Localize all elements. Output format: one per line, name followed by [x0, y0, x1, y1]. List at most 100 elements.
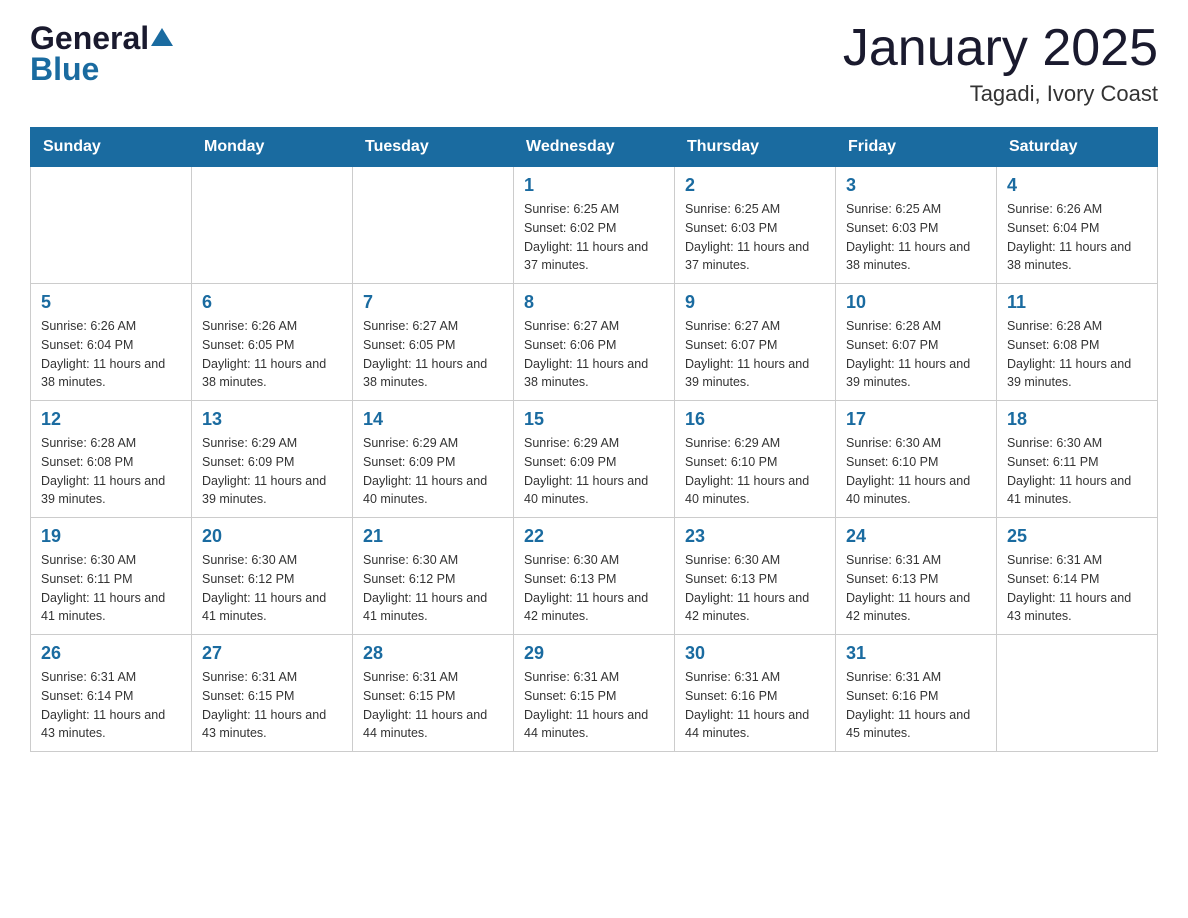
- day-number: 14: [363, 409, 503, 430]
- day-number: 26: [41, 643, 181, 664]
- day-info: Sunrise: 6:31 AM Sunset: 6:14 PM Dayligh…: [41, 668, 181, 743]
- day-info: Sunrise: 6:26 AM Sunset: 6:04 PM Dayligh…: [1007, 200, 1147, 275]
- day-info: Sunrise: 6:28 AM Sunset: 6:07 PM Dayligh…: [846, 317, 986, 392]
- calendar-week-row: 5 Sunrise: 6:26 AM Sunset: 6:04 PM Daylig…: [31, 284, 1158, 401]
- calendar-week-row: 1 Sunrise: 6:25 AM Sunset: 6:02 PM Daylig…: [31, 167, 1158, 284]
- table-row: 8 Sunrise: 6:27 AM Sunset: 6:06 PM Daylig…: [514, 284, 675, 401]
- day-number: 27: [202, 643, 342, 664]
- day-info: Sunrise: 6:27 AM Sunset: 6:07 PM Dayligh…: [685, 317, 825, 392]
- day-number: 19: [41, 526, 181, 547]
- day-number: 6: [202, 292, 342, 313]
- day-number: 1: [524, 175, 664, 196]
- table-row: 23Sunrise: 6:30 AM Sunset: 6:13 PM Dayli…: [675, 518, 836, 635]
- col-saturday: Saturday: [997, 128, 1158, 167]
- day-number: 17: [846, 409, 986, 430]
- day-info: Sunrise: 6:27 AM Sunset: 6:06 PM Dayligh…: [524, 317, 664, 392]
- day-info: Sunrise: 6:30 AM Sunset: 6:13 PM Dayligh…: [524, 551, 664, 626]
- table-row: 10 Sunrise: 6:28 AM Sunset: 6:07 PM Dayli…: [836, 284, 997, 401]
- day-number: 15: [524, 409, 664, 430]
- day-number: 10: [846, 292, 986, 313]
- table-row: 14 Sunrise: 6:29 AM Sunset: 6:09 PM Dayli…: [353, 401, 514, 518]
- day-info: Sunrise: 6:29 AM Sunset: 6:09 PM Dayligh…: [202, 434, 342, 509]
- day-number: 21: [363, 526, 503, 547]
- day-info: Sunrise: 6:25 AM Sunset: 6:02 PM Dayligh…: [524, 200, 664, 275]
- table-row: [353, 167, 514, 284]
- calendar-week-row: 12 Sunrise: 6:28 AM Sunset: 6:08 PM Dayli…: [31, 401, 1158, 518]
- table-row: 31Sunrise: 6:31 AM Sunset: 6:16 PM Dayli…: [836, 635, 997, 752]
- table-row: 30 Sunrise: 6:31 AM Sunset: 6:16 PM Dayli…: [675, 635, 836, 752]
- day-info: Sunrise: 6:30 AM Sunset: 6:10 PM Dayligh…: [846, 434, 986, 509]
- day-number: 18: [1007, 409, 1147, 430]
- calendar-subtitle: Tagadi, Ivory Coast: [843, 81, 1158, 107]
- day-number: 29: [524, 643, 664, 664]
- calendar-title: January 2025: [843, 20, 1158, 77]
- day-info: Sunrise: 6:25 AM Sunset: 6:03 PM Dayligh…: [685, 200, 825, 275]
- calendar-week-row: 26 Sunrise: 6:31 AM Sunset: 6:14 PM Dayli…: [31, 635, 1158, 752]
- day-info: Sunrise: 6:31 AM Sunset: 6:16 PM Dayligh…: [685, 668, 825, 743]
- header: General Blue January 2025 Tagadi, Ivory …: [30, 20, 1158, 107]
- day-number: 28: [363, 643, 503, 664]
- day-info: Sunrise: 6:28 AM Sunset: 6:08 PM Dayligh…: [1007, 317, 1147, 392]
- table-row: 15 Sunrise: 6:29 AM Sunset: 6:09 PM Dayli…: [514, 401, 675, 518]
- day-info: Sunrise: 6:26 AM Sunset: 6:05 PM Dayligh…: [202, 317, 342, 392]
- day-info: Sunrise: 6:26 AM Sunset: 6:04 PM Dayligh…: [41, 317, 181, 392]
- day-number: 11: [1007, 292, 1147, 313]
- table-row: 21 Sunrise: 6:30 AM Sunset: 6:12 PM Dayli…: [353, 518, 514, 635]
- table-row: 28 Sunrise: 6:31 AM Sunset: 6:15 PM Dayli…: [353, 635, 514, 752]
- day-info: Sunrise: 6:30 AM Sunset: 6:12 PM Dayligh…: [363, 551, 503, 626]
- table-row: 20 Sunrise: 6:30 AM Sunset: 6:12 PM Dayli…: [192, 518, 353, 635]
- table-row: 7Sunrise: 6:27 AM Sunset: 6:05 PM Daylig…: [353, 284, 514, 401]
- table-row: 5 Sunrise: 6:26 AM Sunset: 6:04 PM Daylig…: [31, 284, 192, 401]
- col-wednesday: Wednesday: [514, 128, 675, 167]
- logo-blue-text: Blue: [30, 51, 99, 88]
- title-area: January 2025 Tagadi, Ivory Coast: [843, 20, 1158, 107]
- day-number: 7: [363, 292, 503, 313]
- day-info: Sunrise: 6:28 AM Sunset: 6:08 PM Dayligh…: [41, 434, 181, 509]
- col-tuesday: Tuesday: [353, 128, 514, 167]
- day-number: 2: [685, 175, 825, 196]
- day-number: 24: [846, 526, 986, 547]
- col-friday: Friday: [836, 128, 997, 167]
- table-row: 6 Sunrise: 6:26 AM Sunset: 6:05 PM Daylig…: [192, 284, 353, 401]
- day-number: 8: [524, 292, 664, 313]
- table-row: 11 Sunrise: 6:28 AM Sunset: 6:08 PM Dayli…: [997, 284, 1158, 401]
- day-info: Sunrise: 6:31 AM Sunset: 6:15 PM Dayligh…: [363, 668, 503, 743]
- table-row: [192, 167, 353, 284]
- day-number: 13: [202, 409, 342, 430]
- table-row: [997, 635, 1158, 752]
- day-number: 12: [41, 409, 181, 430]
- day-number: 5: [41, 292, 181, 313]
- table-row: 26 Sunrise: 6:31 AM Sunset: 6:14 PM Dayli…: [31, 635, 192, 752]
- table-row: 27Sunrise: 6:31 AM Sunset: 6:15 PM Dayli…: [192, 635, 353, 752]
- calendar-header-row: Sunday Monday Tuesday Wednesday Thursday…: [31, 128, 1158, 167]
- table-row: 25Sunrise: 6:31 AM Sunset: 6:14 PM Dayli…: [997, 518, 1158, 635]
- table-row: 18Sunrise: 6:30 AM Sunset: 6:11 PM Dayli…: [997, 401, 1158, 518]
- day-info: Sunrise: 6:31 AM Sunset: 6:14 PM Dayligh…: [1007, 551, 1147, 626]
- day-number: 23: [685, 526, 825, 547]
- table-row: 13 Sunrise: 6:29 AM Sunset: 6:09 PM Dayli…: [192, 401, 353, 518]
- table-row: 22 Sunrise: 6:30 AM Sunset: 6:13 PM Dayli…: [514, 518, 675, 635]
- day-number: 9: [685, 292, 825, 313]
- col-monday: Monday: [192, 128, 353, 167]
- table-row: 19Sunrise: 6:30 AM Sunset: 6:11 PM Dayli…: [31, 518, 192, 635]
- day-info: Sunrise: 6:29 AM Sunset: 6:09 PM Dayligh…: [524, 434, 664, 509]
- calendar-table: Sunday Monday Tuesday Wednesday Thursday…: [30, 127, 1158, 752]
- day-number: 20: [202, 526, 342, 547]
- table-row: 17 Sunrise: 6:30 AM Sunset: 6:10 PM Dayli…: [836, 401, 997, 518]
- table-row: 29 Sunrise: 6:31 AM Sunset: 6:15 PM Dayli…: [514, 635, 675, 752]
- day-info: Sunrise: 6:29 AM Sunset: 6:10 PM Dayligh…: [685, 434, 825, 509]
- table-row: 16 Sunrise: 6:29 AM Sunset: 6:10 PM Dayli…: [675, 401, 836, 518]
- table-row: 4Sunrise: 6:26 AM Sunset: 6:04 PM Daylig…: [997, 167, 1158, 284]
- day-info: Sunrise: 6:29 AM Sunset: 6:09 PM Dayligh…: [363, 434, 503, 509]
- day-number: 30: [685, 643, 825, 664]
- col-sunday: Sunday: [31, 128, 192, 167]
- table-row: 9 Sunrise: 6:27 AM Sunset: 6:07 PM Daylig…: [675, 284, 836, 401]
- day-info: Sunrise: 6:30 AM Sunset: 6:12 PM Dayligh…: [202, 551, 342, 626]
- day-number: 22: [524, 526, 664, 547]
- table-row: 2 Sunrise: 6:25 AM Sunset: 6:03 PM Daylig…: [675, 167, 836, 284]
- table-row: 1 Sunrise: 6:25 AM Sunset: 6:02 PM Daylig…: [514, 167, 675, 284]
- table-row: 24Sunrise: 6:31 AM Sunset: 6:13 PM Dayli…: [836, 518, 997, 635]
- day-number: 16: [685, 409, 825, 430]
- day-info: Sunrise: 6:31 AM Sunset: 6:15 PM Dayligh…: [524, 668, 664, 743]
- logo: General Blue: [30, 20, 173, 88]
